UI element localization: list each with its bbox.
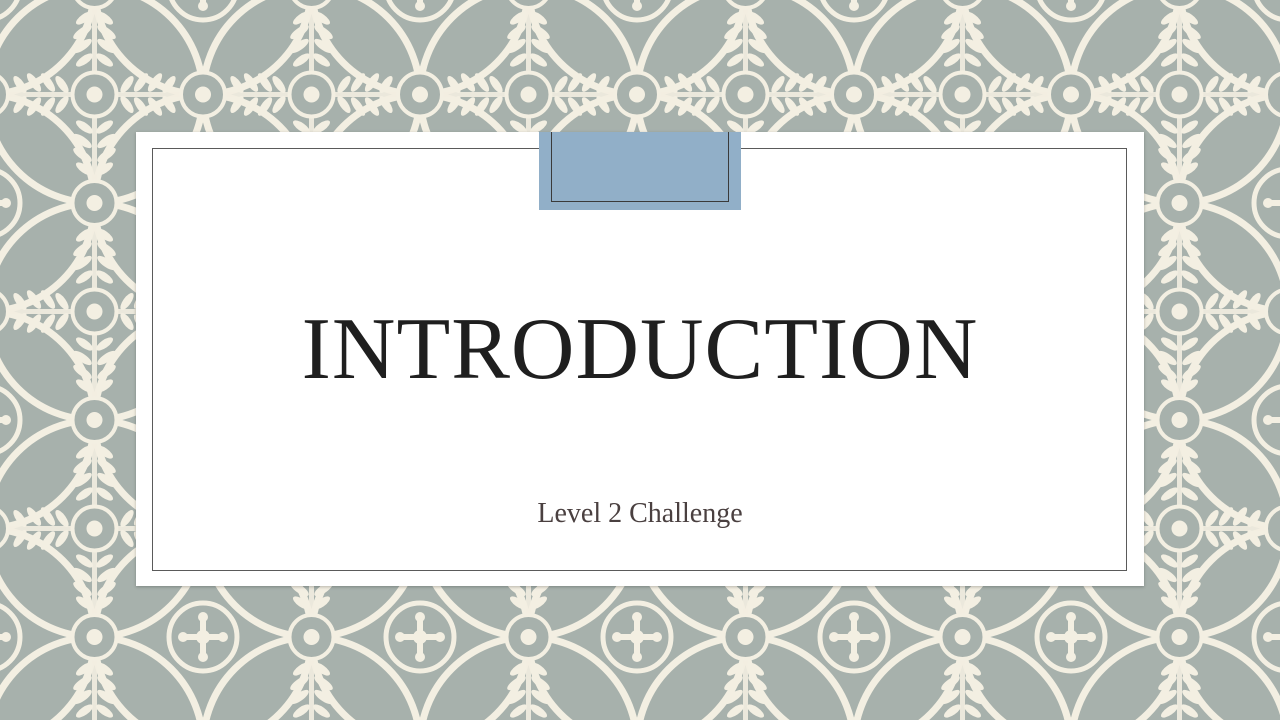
slide-title[interactable]: INTRODUCTION: [136, 300, 1144, 400]
accent-tab-frame: [551, 132, 729, 202]
slide-subtitle[interactable]: Level 2 Challenge: [136, 496, 1144, 532]
title-slide-card: INTRODUCTION Level 2 Challenge: [136, 132, 1144, 586]
accent-tab: [539, 132, 741, 210]
